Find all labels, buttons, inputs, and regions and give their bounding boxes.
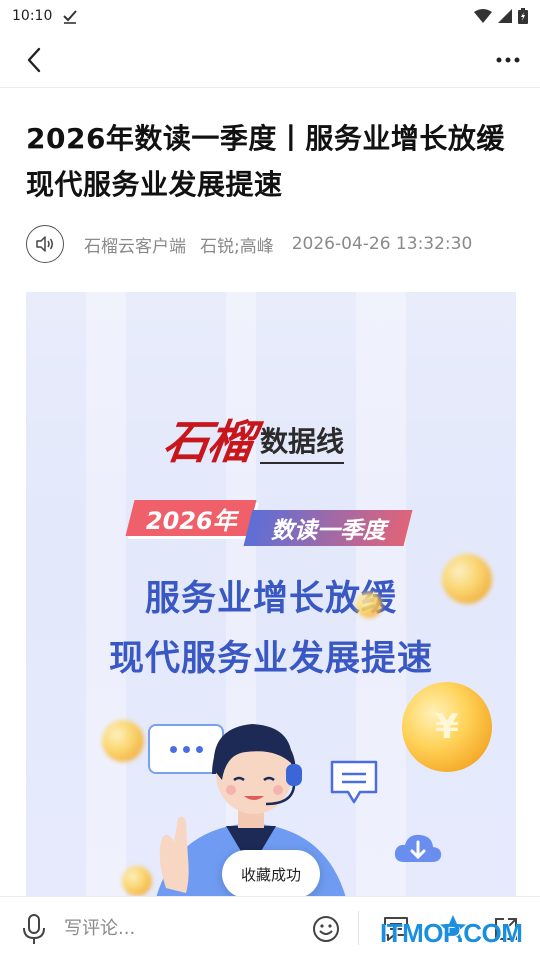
more-options-button[interactable] [490, 44, 526, 76]
logo-sub: 数据线 [260, 420, 345, 464]
site-watermark: ITMOP.COM [380, 918, 523, 948]
wifi-icon [474, 9, 492, 23]
article-banner-image: 石榴 数据线 2026年 数读一季度 服务业增长放缓 现代服务业发展提速 ¥ [26, 292, 516, 896]
banner-headline-line2: 现代服务业发展提速 [108, 639, 433, 679]
cloud-download-illustration [394, 834, 442, 862]
check-icon [63, 10, 78, 24]
article-meta: 石榴云客户端 石锐;高峰 2026-04-26 13:32:30 [26, 224, 526, 264]
battery-icon [518, 8, 528, 24]
more-dots-icon [496, 57, 520, 63]
status-time: 10:10 [12, 8, 53, 24]
status-bar: 10:10 [0, 0, 540, 32]
quarter-tag: 数读一季度 [243, 510, 413, 546]
back-arrow-icon [27, 47, 41, 73]
listen-audio-button[interactable] [26, 225, 64, 263]
back-button[interactable] [18, 44, 50, 76]
year-tag-text: 2026年 [145, 506, 237, 535]
quarter-tag-text: 数读一季度 [270, 518, 386, 544]
coin-symbol: ¥ [435, 707, 459, 747]
article-authors: 石锐;高峰 [200, 236, 274, 257]
nav-bar [0, 32, 540, 88]
logo-brand: 石榴 [159, 415, 256, 469]
article-source[interactable]: 石榴云客户端 [84, 232, 186, 257]
coin-decoration: ¥ [402, 682, 492, 772]
banner-logo: 石榴 数据线 [160, 406, 345, 472]
toast-message: 收藏成功 [222, 850, 320, 898]
coin-decoration [442, 554, 492, 604]
emoji-icon[interactable] [312, 915, 340, 943]
bottom-bar-divider [358, 911, 359, 945]
coin-decoration [356, 592, 382, 618]
year-tag: 2026年 [125, 500, 257, 536]
comment-input[interactable]: 写评论... [64, 915, 294, 943]
signal-icon [498, 9, 512, 23]
article-title: 2026年数读一季度丨服务业增长放缓 现代服务业发展提速 [26, 122, 505, 201]
microphone-icon[interactable] [20, 913, 48, 945]
article-datetime: 2026-04-26 13:32:30 [291, 234, 473, 254]
speaker-icon [36, 236, 53, 252]
